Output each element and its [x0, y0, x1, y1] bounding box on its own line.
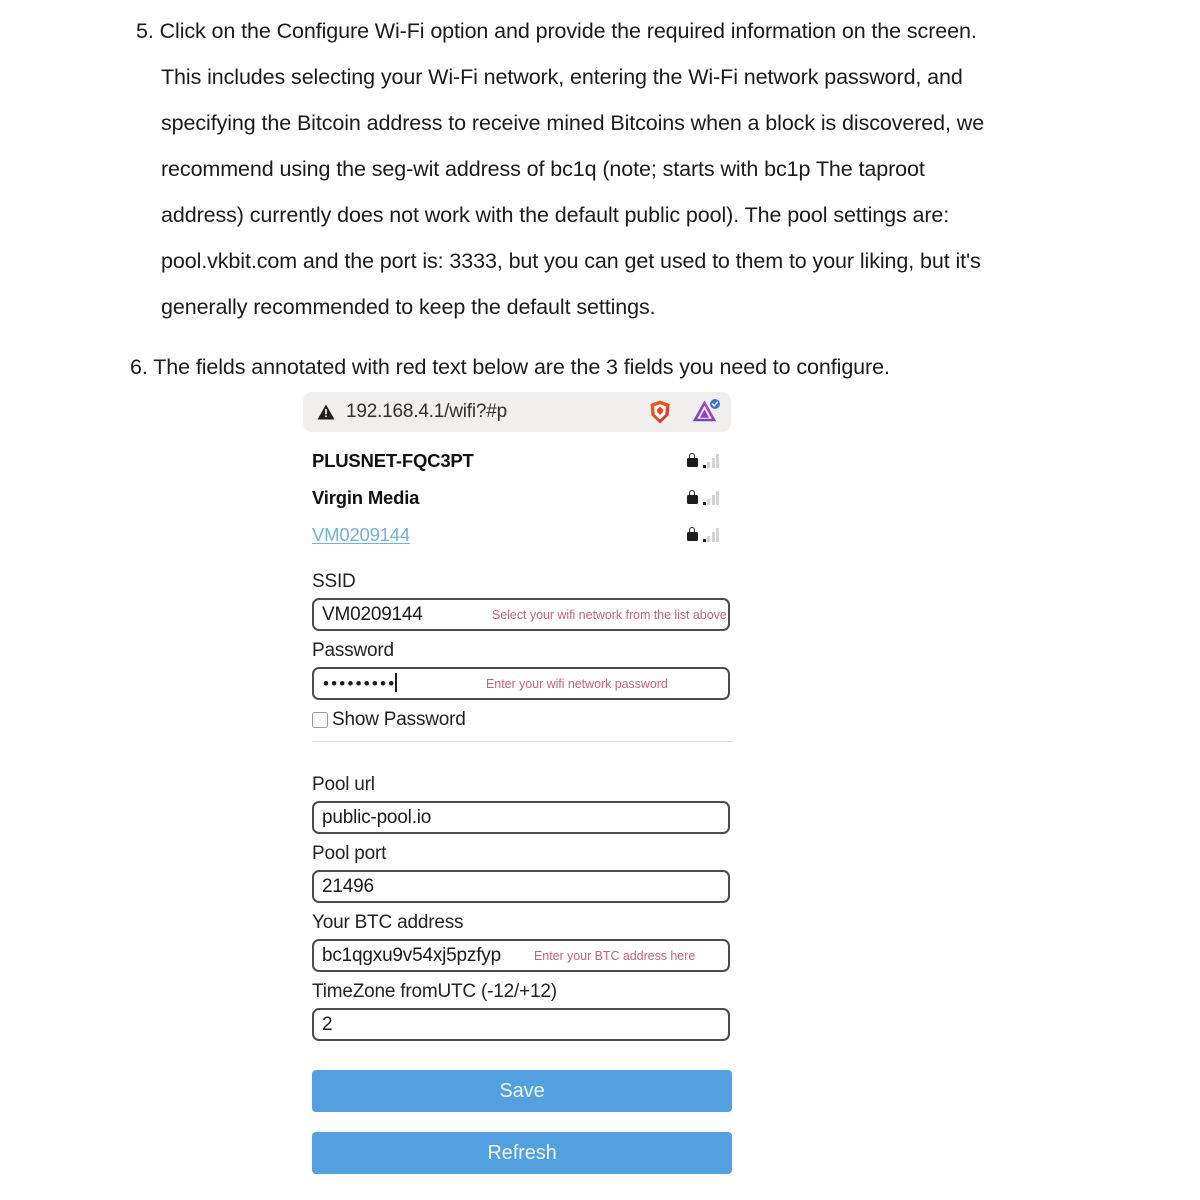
- btc-address-input-value: bc1qgxu9v54xj5pzfyp: [322, 944, 501, 966]
- wifi-ssid-label[interactable]: PLUSNET-FQC3PT: [312, 450, 687, 472]
- wifi-ssid-link[interactable]: VM0209144: [312, 524, 687, 546]
- pool-port-input-value: 21496: [322, 875, 374, 897]
- lock-icon: [686, 490, 698, 504]
- pool-port-input[interactable]: 21496: [312, 870, 730, 903]
- instruction-step-6: 6. The fields annotated with red text be…: [130, 355, 890, 379]
- warning-triangle-icon: [317, 404, 335, 420]
- instruction-step-5: 5. Click on the Configure Wi-Fi option a…: [136, 19, 985, 319]
- show-password-row[interactable]: Show Password: [312, 709, 731, 731]
- wifi-status-icons: [686, 453, 728, 468]
- brave-shield-icon[interactable]: [647, 399, 673, 425]
- url-text: 192.168.4.1/wifi?#p: [346, 401, 507, 422]
- wifi-list-item-selected[interactable]: VM0209144: [312, 516, 727, 553]
- wifi-config-form: SSID VM0209144 Select your wifi network …: [303, 553, 732, 1174]
- section-divider: [312, 741, 732, 742]
- form-spacer: [312, 1050, 731, 1070]
- save-button[interactable]: Save: [312, 1070, 732, 1112]
- btc-address-label: Your BTC address: [312, 912, 464, 933]
- timezone-input-value: 2: [322, 1013, 333, 1035]
- show-password-label: Show Password: [332, 709, 466, 730]
- pool-url-input-value: public-pool.io: [322, 806, 432, 828]
- wifi-status-icons: [686, 527, 728, 542]
- extension-triangle-icon[interactable]: [692, 399, 721, 425]
- lock-icon: [686, 453, 698, 467]
- ssid-annotation: Select your wifi network from the list a…: [492, 607, 727, 622]
- browser-url-bar[interactable]: 192.168.4.1/wifi?#p: [303, 392, 731, 432]
- pool-url-label: Pool url: [312, 774, 375, 795]
- timezone-input[interactable]: 2: [312, 1008, 730, 1041]
- text-caret: [395, 673, 397, 692]
- wifi-ssid-label[interactable]: Virgin Media: [312, 487, 687, 509]
- password-label: Password: [312, 640, 394, 661]
- signal-strength-icon: [702, 491, 719, 505]
- wifi-list-item[interactable]: Virgin Media: [312, 479, 727, 516]
- signal-strength-icon: [702, 528, 719, 542]
- show-password-checkbox[interactable]: [312, 712, 328, 728]
- password-input[interactable]: ••••••••• Enter your wifi network passwo…: [312, 667, 730, 700]
- pool-port-label: Pool port: [312, 843, 387, 864]
- pool-url-input[interactable]: public-pool.io: [312, 801, 730, 834]
- ssid-input-value: VM0209144: [322, 603, 423, 625]
- browser-screenshot: 192.168.4.1/wifi?#p PLUSNET-FQC3PT Virgi…: [303, 392, 732, 1194]
- ssid-input[interactable]: VM0209144 Select your wifi network from …: [312, 598, 730, 631]
- wifi-list-item[interactable]: PLUSNET-FQC3PT: [312, 442, 727, 479]
- password-input-value: •••••••••: [323, 674, 397, 693]
- btc-address-input[interactable]: bc1qgxu9v54xj5pzfyp Enter your BTC addre…: [312, 939, 730, 972]
- ssid-label: SSID: [312, 571, 356, 592]
- lock-icon: [686, 527, 698, 541]
- timezone-label: TimeZone fromUTC (-12/+12): [312, 981, 557, 1002]
- wifi-network-list: PLUSNET-FQC3PT Virgin Media VM0209144: [303, 432, 731, 553]
- password-annotation: Enter your wifi network password: [486, 676, 668, 691]
- refresh-button[interactable]: Refresh: [312, 1132, 732, 1174]
- wifi-status-icons: [686, 490, 728, 505]
- btc-address-annotation: Enter your BTC address here: [534, 948, 696, 963]
- signal-strength-icon: [702, 454, 719, 468]
